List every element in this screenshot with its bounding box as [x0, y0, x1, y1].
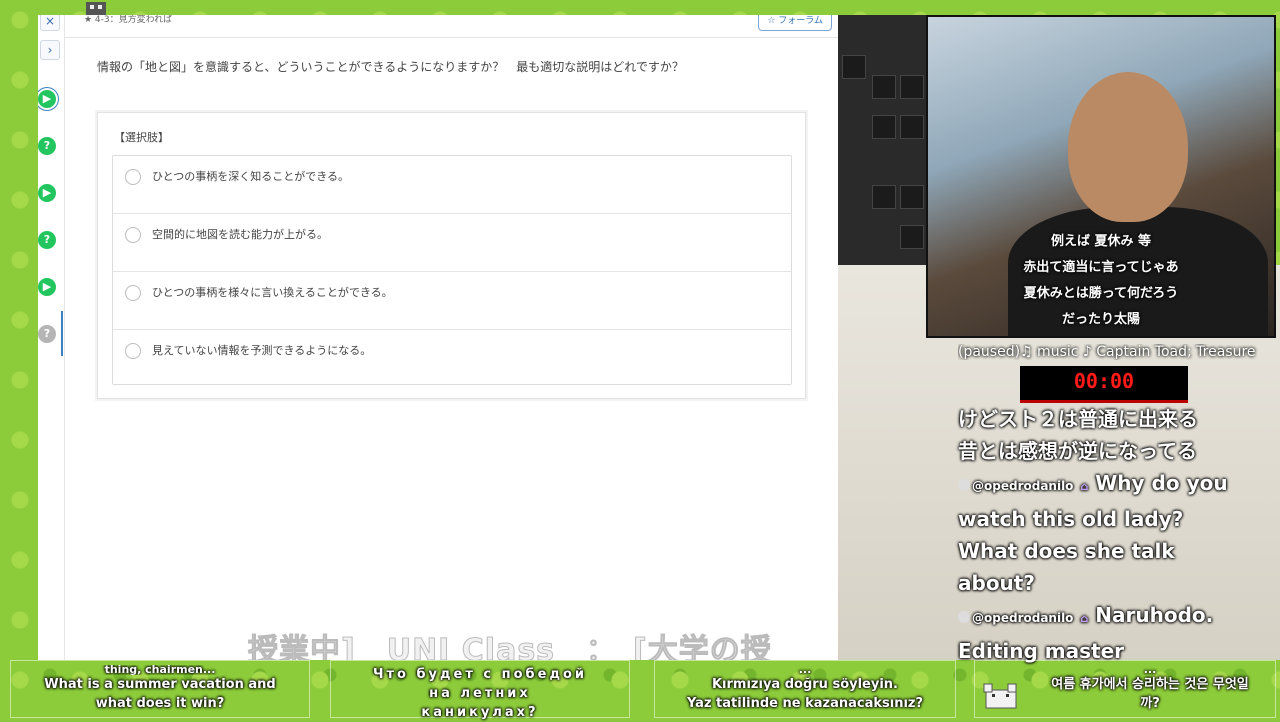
subtitle-line: 赤出て適当に言ってじゃあ — [1023, 260, 1179, 275]
music-now-playing: (paused)♫ music ♪ Captain Toad; Treasure — [958, 344, 1256, 360]
choice-option[interactable]: ひとつの事柄を深く知ることができる。 — [113, 156, 791, 214]
stream-title-caption: 授業中] UNI Class ： [大学の授 — [248, 633, 772, 661]
subtitle-turkish: ... Kırmızıya doğru söyleyin. Yaz tatili… — [654, 660, 956, 718]
choices-card: 【選択肢】 ひとつの事柄を深く知ることができる。 空間的に地図を読む能力が上がる… — [97, 112, 806, 399]
play-icon[interactable]: ▶ — [38, 184, 56, 202]
webcam-subtitles: 例えば 夏休み 等 赤出て適当に言ってじゃあ 夏休みとは勝って何だろう だったり… — [928, 229, 1274, 333]
subtitle-english: thing, chairmen... What is a summer vaca… — [10, 660, 310, 718]
choice-label: ひとつの事柄を深く知ることができる。 — [152, 170, 350, 183]
keyboard-key — [900, 75, 924, 99]
play-icon[interactable]: ▶ — [38, 90, 56, 108]
choice-option[interactable]: ひとつの事柄を様々に言い換えることができる。 — [113, 272, 791, 330]
choice-label: 空間的に地図を読む能力が上がる。 — [152, 228, 328, 241]
subtitle-line: Yaz tatilinde ne kazanacaksınız? — [686, 696, 924, 711]
avatar — [958, 478, 970, 491]
choices-list: ひとつの事柄を深く知ることができる。 空間的に地図を読む能力が上がる。 ひとつの… — [112, 155, 792, 385]
subtitle-line: 까? — [1140, 696, 1160, 711]
subtitle-line: what does it win? — [95, 696, 225, 711]
subtitle-line: ... — [1143, 665, 1157, 675]
question-icon[interactable]: ? — [38, 231, 56, 249]
subtitle-russian: Что будет с победой на летних каникулах? — [330, 660, 630, 720]
chat-text: What does she talk — [958, 539, 1175, 563]
subtitle-line: Что будет с победой — [372, 667, 587, 682]
play-icon[interactable]: ▶ — [38, 278, 56, 296]
streamer-head — [1068, 72, 1188, 222]
keyboard-key — [900, 115, 924, 139]
keyboard-key — [842, 55, 866, 79]
member-badge-icon: ⌂ — [1080, 612, 1089, 625]
webcam-feed: 例えば 夏休み 等 赤出て適当に言ってじゃあ 夏休みとは勝って何だろう だったり… — [926, 15, 1276, 338]
radio-button[interactable] — [125, 285, 141, 301]
chat-username: @opedrodanilo — [972, 479, 1074, 493]
member-badge-icon: ⌂ — [1080, 480, 1089, 493]
subtitle-line: 여름 휴가에서 승리하는 것은 무엇일 — [1051, 677, 1249, 692]
chat-message: @opedrodanilo ⌂ Why do you — [958, 467, 1258, 503]
question-icon[interactable]: ? — [38, 137, 56, 155]
question-icon[interactable]: ? — [38, 325, 56, 343]
chat-text: about? — [958, 571, 1035, 595]
expand-icon[interactable]: › — [40, 40, 60, 60]
forum-button[interactable]: ☆ フォーラム — [758, 15, 832, 31]
subtitle-line: каникулах? — [421, 705, 539, 720]
choice-label: ひとつの事柄を様々に言い換えることができる。 — [152, 286, 393, 299]
choices-heading: 【選択肢】 — [114, 131, 169, 144]
quiz-sidebar: × › ▶ ? ▶ ? ▶ ? — [38, 15, 65, 660]
forum-label: フォーラム — [778, 16, 823, 26]
forum-icon: ☆ — [767, 16, 779, 26]
timer-display: 00:00 — [1020, 366, 1188, 403]
chat-overlay: けどスト２は普通に出来る 昔とは感想が逆になってる @opedrodanilo … — [958, 403, 1258, 667]
subtitle-line: на летних — [429, 686, 531, 701]
pixel-cat-sprite — [983, 683, 1017, 709]
chat-username: @opedrodanilo — [972, 611, 1074, 625]
subtitle-line: だったり太陽 — [1061, 312, 1140, 327]
breadcrumb: ★ 4-3：見方変われば — [84, 15, 173, 25]
subtitle-line: 夏休みとは勝って何だろう — [1023, 286, 1179, 301]
question-text: 情報の「地と図」を意識すると、どういうことができるようになりますか？ 最も適切な… — [97, 60, 684, 74]
content-header: ★ 4-3：見方変われば ☆ フォーラム — [64, 15, 838, 38]
keyboard-key — [872, 115, 896, 139]
close-icon[interactable]: × — [40, 15, 60, 31]
chat-line: 昔とは感想が逆になってる — [958, 439, 1197, 463]
active-item-marker — [61, 311, 63, 356]
radio-button[interactable] — [125, 227, 141, 243]
subtitle-line: ... — [798, 665, 812, 675]
chat-line: けどスト２は普通に出来る — [958, 407, 1198, 431]
chat-text: watch this old lady? — [958, 507, 1184, 531]
choice-label: 見えていない情報を予測できるようになる。 — [152, 344, 372, 357]
radio-button[interactable] — [125, 343, 141, 359]
subtitle-line: thing, chairmen... — [104, 665, 216, 675]
chat-text: Why do you — [1095, 471, 1228, 495]
keyboard-key — [900, 225, 924, 249]
quiz-content: ★ 4-3：見方変われば ☆ フォーラム 情報の「地と図」を意識すると、どういう… — [64, 15, 838, 660]
subtitle-line: What is a summer vacation and — [44, 677, 276, 692]
subtitle-line: 例えば 夏休み 等 — [1050, 234, 1152, 249]
quiz-browser-panel: × › ▶ ? ▶ ? ▶ ? ★ 4-3：見方変われば ☆ フォーラム 情報の… — [38, 15, 838, 660]
keyboard-background — [838, 15, 926, 265]
keyboard-key — [900, 185, 924, 209]
choice-option[interactable]: 空間的に地図を読む能力が上がる。 — [113, 214, 791, 272]
keyboard-key — [872, 185, 896, 209]
keyboard-key — [872, 75, 896, 99]
radio-button[interactable] — [125, 169, 141, 185]
avatar — [958, 610, 970, 623]
chat-text: Naruhodo. — [1095, 603, 1214, 627]
subtitle-line: Kırmızıya doğru söyleyin. — [711, 677, 898, 692]
chat-message: @opedrodanilo ⌂ Naruhodo. — [958, 599, 1258, 635]
choice-option[interactable]: 見えていない情報を予測できるようになる。 — [113, 330, 791, 387]
